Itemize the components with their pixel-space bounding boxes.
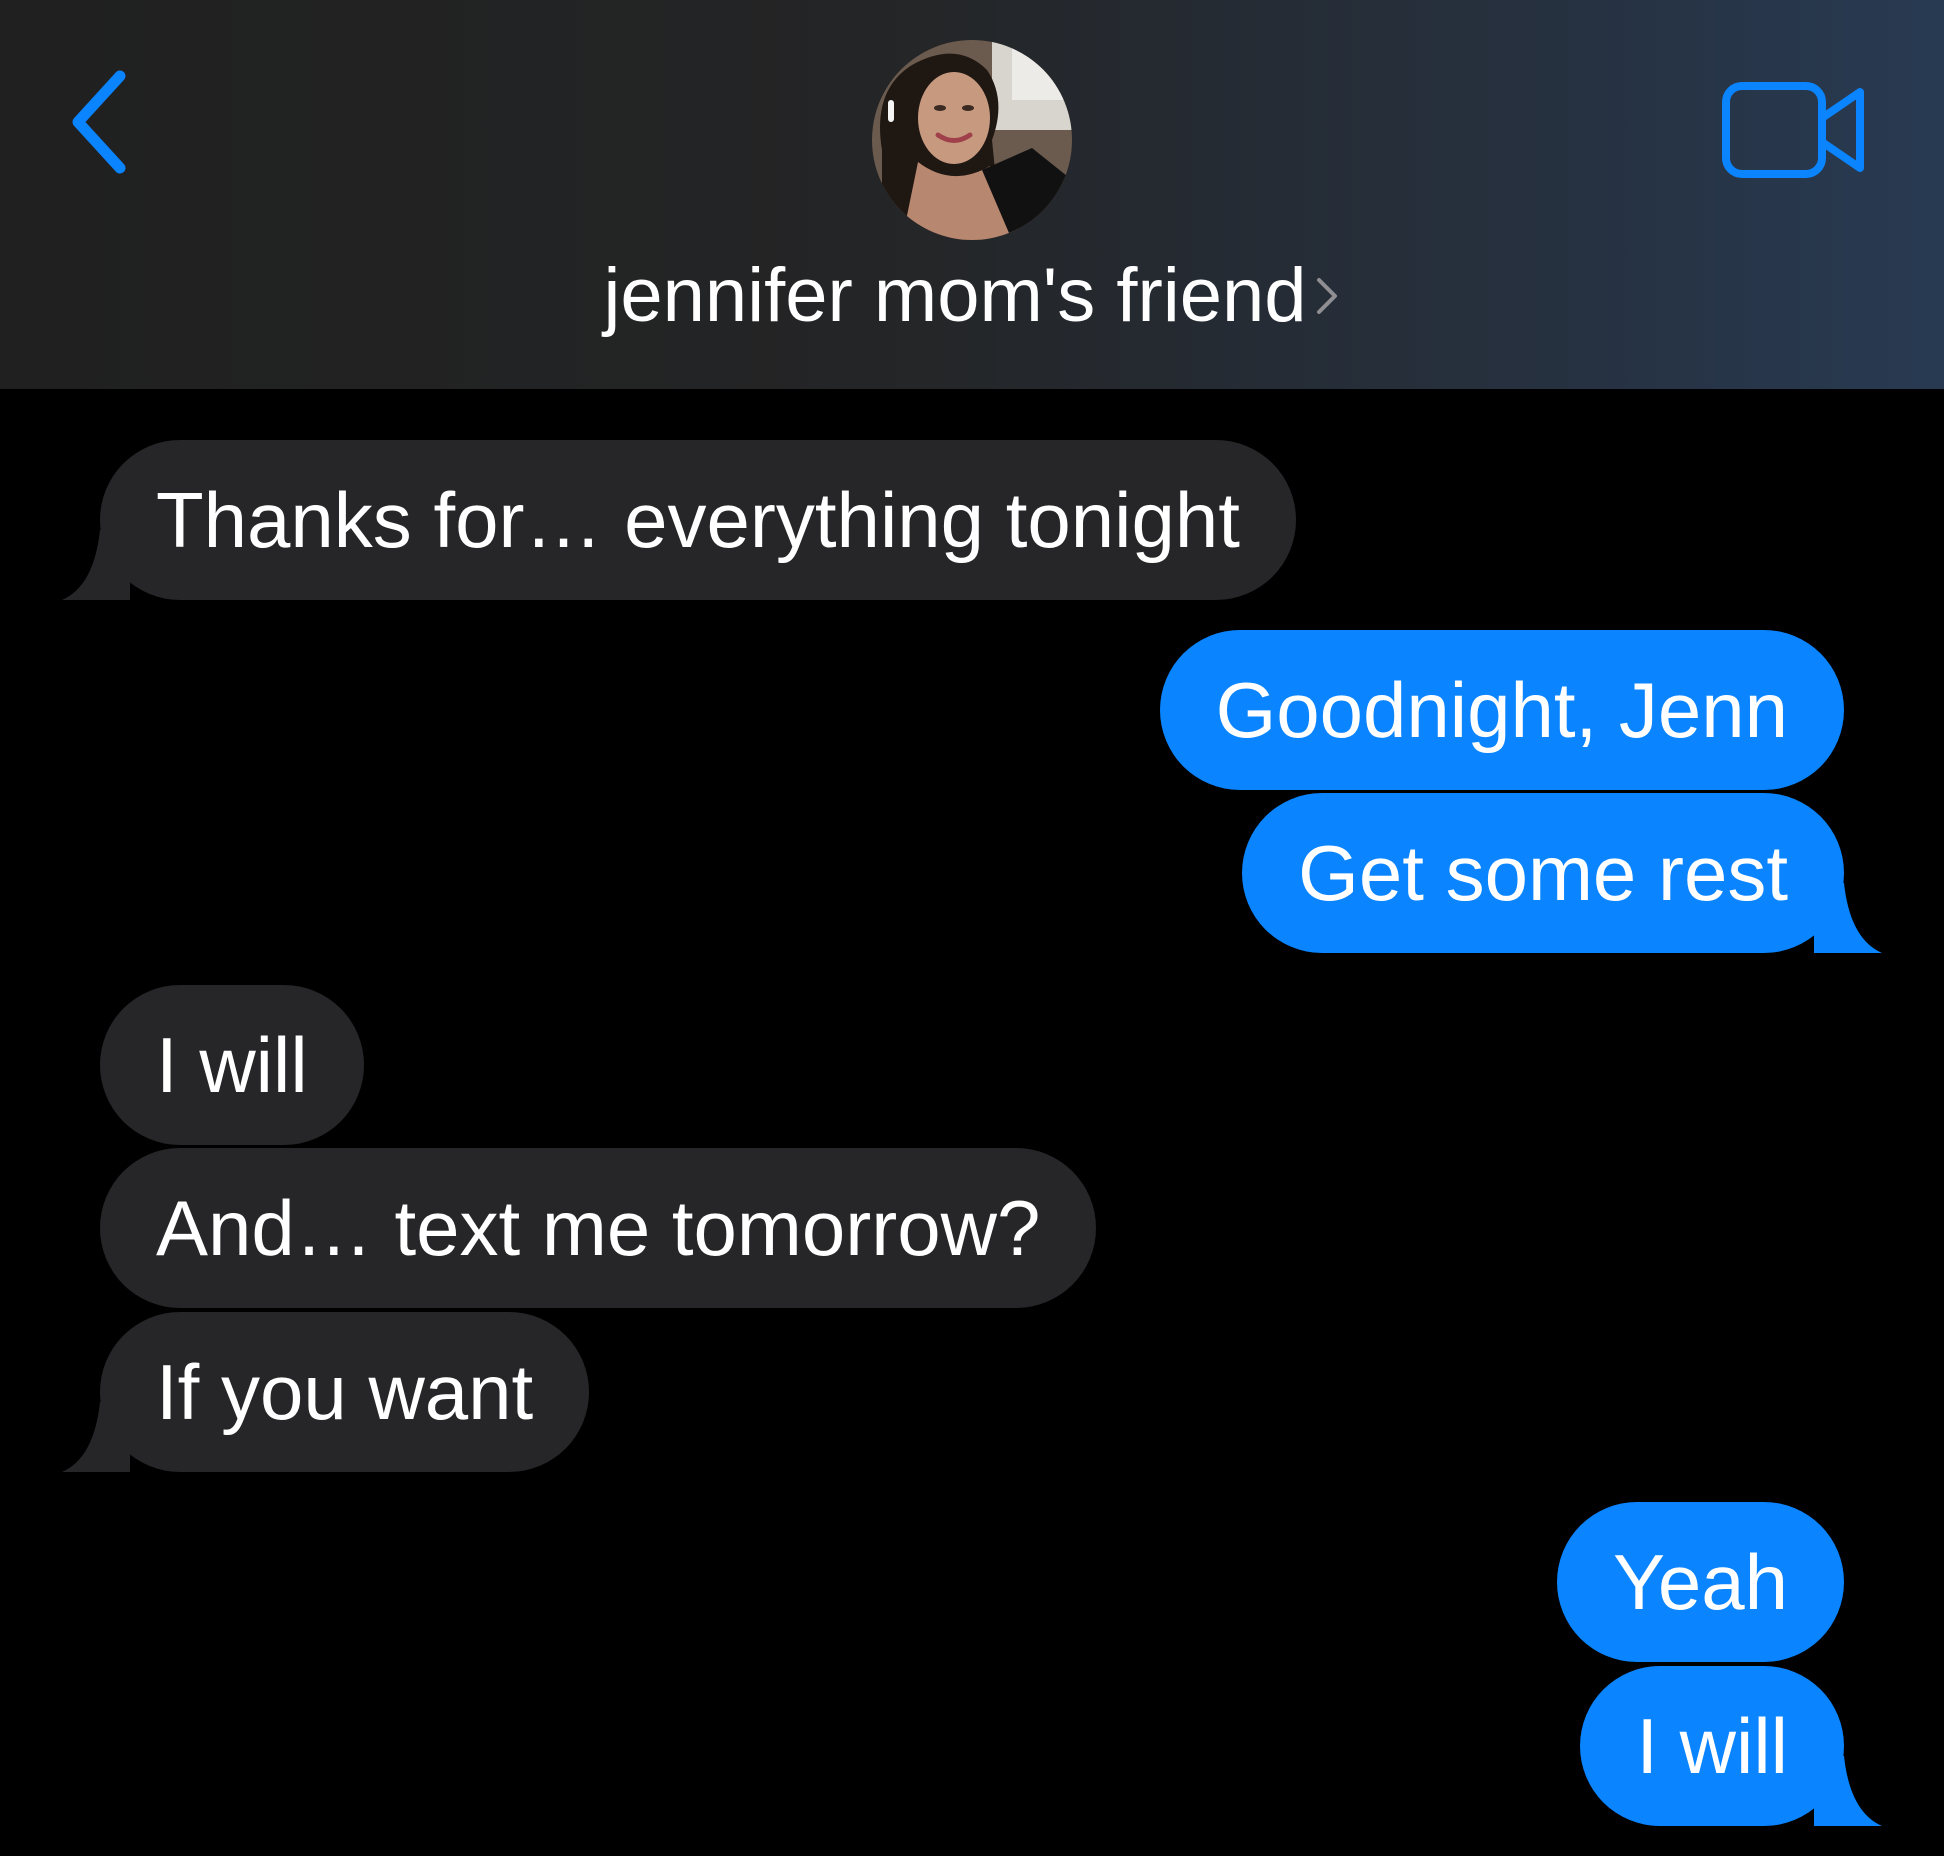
message-bubble-sent[interactable]: Get some rest — [1242, 793, 1882, 953]
message-text: I will — [156, 1021, 308, 1109]
message-text: Yeah — [1612, 1538, 1788, 1626]
message-bubble-received[interactable]: Thanks for… everything tonight — [62, 440, 1296, 600]
chevron-left-icon — [72, 70, 126, 174]
message-bubble-received[interactable]: And… text me tomorrow? — [100, 1148, 1097, 1308]
contact-name: jennifer mom's friend — [603, 253, 1307, 338]
message-bubble-sent[interactable]: I will — [1580, 1666, 1882, 1826]
video-call-button[interactable] — [1720, 80, 1870, 180]
bubble-tail — [62, 1402, 130, 1472]
conversation-header: jennifer mom's friend — [0, 0, 1944, 389]
bubble-tail — [62, 530, 130, 600]
message-text: Goodnight, Jenn — [1215, 666, 1788, 754]
contact-photo — [872, 40, 1072, 240]
chevron-right-icon — [1316, 278, 1337, 314]
message-text: If you want — [156, 1348, 534, 1436]
message-bubble-received[interactable]: If you want — [62, 1312, 590, 1472]
avatar[interactable] — [872, 40, 1072, 240]
bubble-tail — [1814, 883, 1882, 953]
back-button[interactable] — [56, 62, 146, 182]
video-camera-icon — [1722, 82, 1864, 178]
message-text: Get some rest — [1298, 829, 1788, 917]
message-bubble-received[interactable]: I will — [100, 985, 364, 1145]
message-bubble-sent[interactable]: Yeah — [1556, 1502, 1844, 1662]
bubble-tail — [1814, 1756, 1882, 1826]
contact-name-button[interactable]: jennifer mom's friend — [0, 250, 1944, 342]
message-bubble-sent[interactable]: Goodnight, Jenn — [1159, 630, 1844, 790]
message-text: I will — [1636, 1702, 1788, 1790]
message-text: And… text me tomorrow? — [156, 1184, 1041, 1272]
message-text: Thanks for… everything tonight — [156, 476, 1240, 564]
